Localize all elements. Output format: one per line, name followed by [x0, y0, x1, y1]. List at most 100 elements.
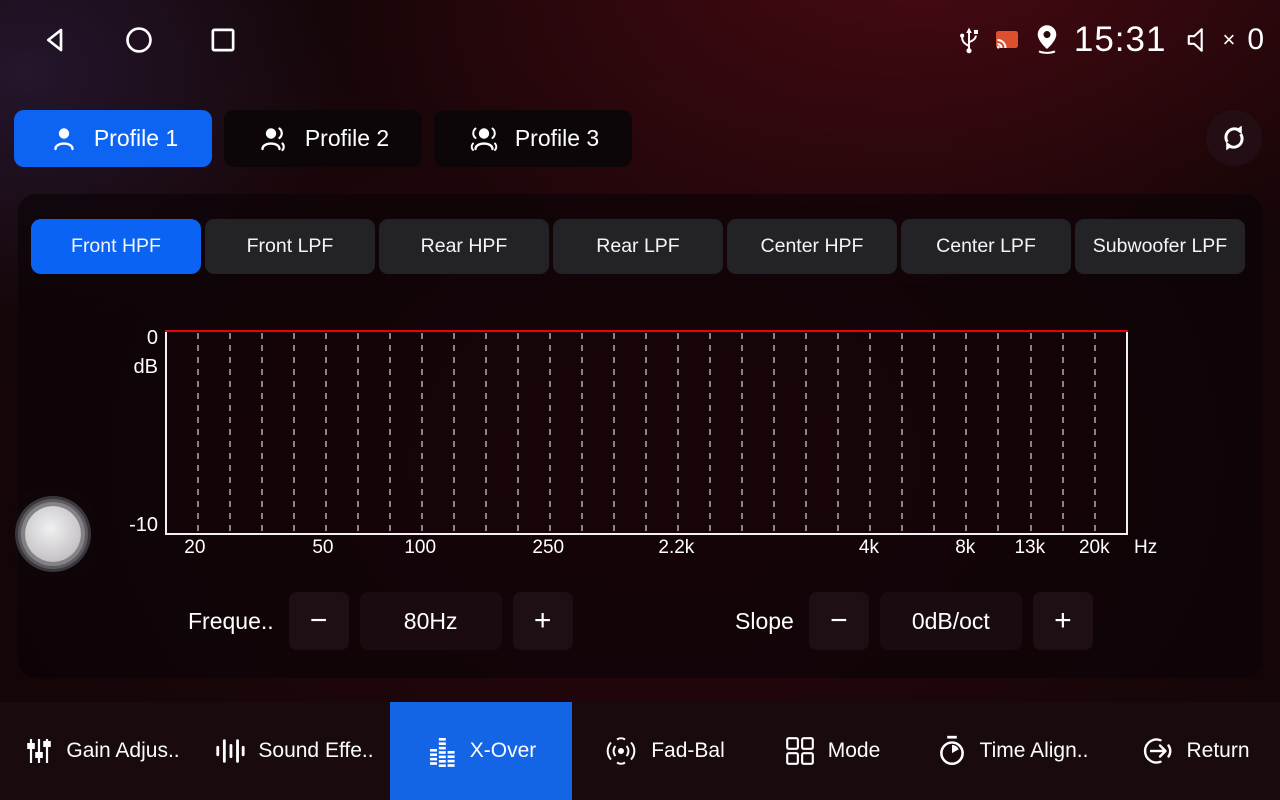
cast-icon	[994, 29, 1020, 51]
system-nav	[38, 0, 240, 80]
user-icon	[48, 123, 80, 155]
x-tick-label: 50	[312, 537, 333, 559]
gridline	[421, 333, 423, 531]
slope-minus-button[interactable]: −	[809, 592, 869, 650]
nav-label: Gain Adjus..	[66, 739, 179, 763]
gridline	[517, 333, 519, 531]
tab-label: Subwoofer LPF	[1093, 235, 1227, 258]
gridline	[773, 333, 775, 531]
nav-sound-effect[interactable]: Sound Effe..	[204, 702, 384, 800]
floating-assist-button[interactable]	[12, 490, 94, 578]
tab-subwoofer-lpf[interactable]: Subwoofer LPF	[1075, 219, 1245, 274]
filter-tabs: Front HPF Front LPF Rear HPF Rear LPF Ce…	[31, 219, 1245, 274]
tab-label: Front LPF	[247, 235, 334, 258]
status-icons: 15:31 × 0	[956, 0, 1264, 80]
slope-plus-button[interactable]: +	[1033, 592, 1093, 650]
profile-1-button[interactable]: Profile 1	[14, 110, 212, 167]
tab-front-lpf[interactable]: Front LPF	[205, 219, 375, 274]
plot-area	[165, 330, 1128, 535]
x-tick-label: 8k	[955, 537, 975, 559]
gridline	[869, 333, 871, 531]
grid-squares-icon	[784, 735, 816, 767]
bottom-nav-bar: Gain Adjus.. Sound Effe..	[0, 702, 1280, 800]
tab-rear-lpf[interactable]: Rear LPF	[553, 219, 723, 274]
gridline	[933, 333, 935, 531]
frequency-plus-button[interactable]: +	[513, 592, 573, 650]
y-axis-label-0db: 0	[114, 327, 158, 350]
gridline	[677, 333, 679, 531]
controls-row: Freque.. − 80Hz + Slope − 0dB/oct +	[0, 592, 1280, 650]
tab-label: Front HPF	[71, 235, 161, 258]
return-arrow-icon	[1140, 735, 1174, 767]
tab-label: Rear HPF	[421, 235, 508, 258]
nav-label: Sound Effe..	[258, 739, 373, 763]
frequency-control: Freque.. − 80Hz +	[188, 592, 573, 650]
x-axis-labels: 20501002502.2k4k8k13k20k	[165, 537, 1128, 563]
slope-value: 0dB/oct	[880, 592, 1022, 650]
gridline	[1062, 333, 1064, 531]
sound-bars-icon	[214, 736, 246, 766]
nav-mode[interactable]: Mode	[756, 702, 908, 800]
volume-muted-icon[interactable]	[1184, 26, 1214, 54]
y-axis-unit: dB	[114, 356, 158, 379]
tab-rear-hpf[interactable]: Rear HPF	[379, 219, 549, 274]
equalizer-icon	[426, 735, 458, 767]
frequency-minus-button[interactable]: −	[289, 592, 349, 650]
tab-front-hpf[interactable]: Front HPF	[31, 219, 201, 274]
profile-tabs: Profile 1 Profile 2	[14, 110, 632, 167]
gridline	[197, 333, 199, 531]
profile-2-button[interactable]: Profile 2	[224, 110, 422, 167]
gridline	[997, 333, 999, 531]
stopwatch-icon	[936, 734, 968, 768]
nav-label: Time Align..	[980, 739, 1089, 763]
gridline	[549, 333, 551, 531]
x-tick-label: 20k	[1079, 537, 1110, 559]
frequency-value: 80Hz	[360, 592, 502, 650]
usb-icon	[956, 25, 982, 55]
x-tick-label: 20	[184, 537, 205, 559]
nav-time-alignment[interactable]: Time Align..	[914, 702, 1110, 800]
screen: 15:31 × 0 Profile 1	[0, 0, 1280, 800]
home-icon[interactable]	[122, 23, 156, 57]
gain-sliders-icon	[24, 736, 54, 766]
speaker-waves-icon	[603, 734, 639, 768]
tab-center-hpf[interactable]: Center HPF	[727, 219, 897, 274]
nav-fad-bal[interactable]: Fad-Bal	[578, 702, 750, 800]
nav-gain-adjust[interactable]: Gain Adjus..	[6, 702, 198, 800]
gridline	[613, 333, 615, 531]
gridline	[837, 333, 839, 531]
x-tick-label: 4k	[859, 537, 879, 559]
tab-label: Rear LPF	[596, 235, 679, 258]
tab-label: Center LPF	[936, 235, 1036, 258]
volume-mute-x: ×	[1222, 27, 1235, 53]
gridline	[325, 333, 327, 531]
gridline	[453, 333, 455, 531]
profile-label: Profile 2	[305, 125, 389, 152]
location-icon	[1032, 23, 1062, 57]
user-switch-icon	[257, 123, 291, 155]
tab-center-lpf[interactable]: Center LPF	[901, 219, 1071, 274]
x-tick-label: 100	[404, 537, 436, 559]
gridline	[1094, 333, 1096, 531]
x-tick-label: 13k	[1014, 537, 1045, 559]
gridline	[357, 333, 359, 531]
gridline	[293, 333, 295, 531]
back-icon[interactable]	[38, 23, 72, 57]
refresh-button[interactable]	[1206, 110, 1262, 166]
nav-return[interactable]: Return	[1116, 702, 1274, 800]
gridline	[901, 333, 903, 531]
gridline	[581, 333, 583, 531]
profile-3-button[interactable]: Profile 3	[434, 110, 632, 167]
gridline	[229, 333, 231, 531]
knob-icon	[25, 506, 81, 562]
nav-label: X-Over	[470, 739, 537, 763]
nav-x-over[interactable]: X-Over	[390, 702, 572, 800]
x-tick-label: 250	[532, 537, 564, 559]
gridline	[1030, 333, 1032, 531]
nav-label: Fad-Bal	[651, 739, 725, 763]
profile-label: Profile 1	[94, 125, 178, 152]
x-axis-unit: Hz	[1134, 537, 1157, 559]
slope-label: Slope	[735, 608, 794, 635]
tab-label: Center HPF	[761, 235, 864, 258]
recents-icon[interactable]	[206, 23, 240, 57]
